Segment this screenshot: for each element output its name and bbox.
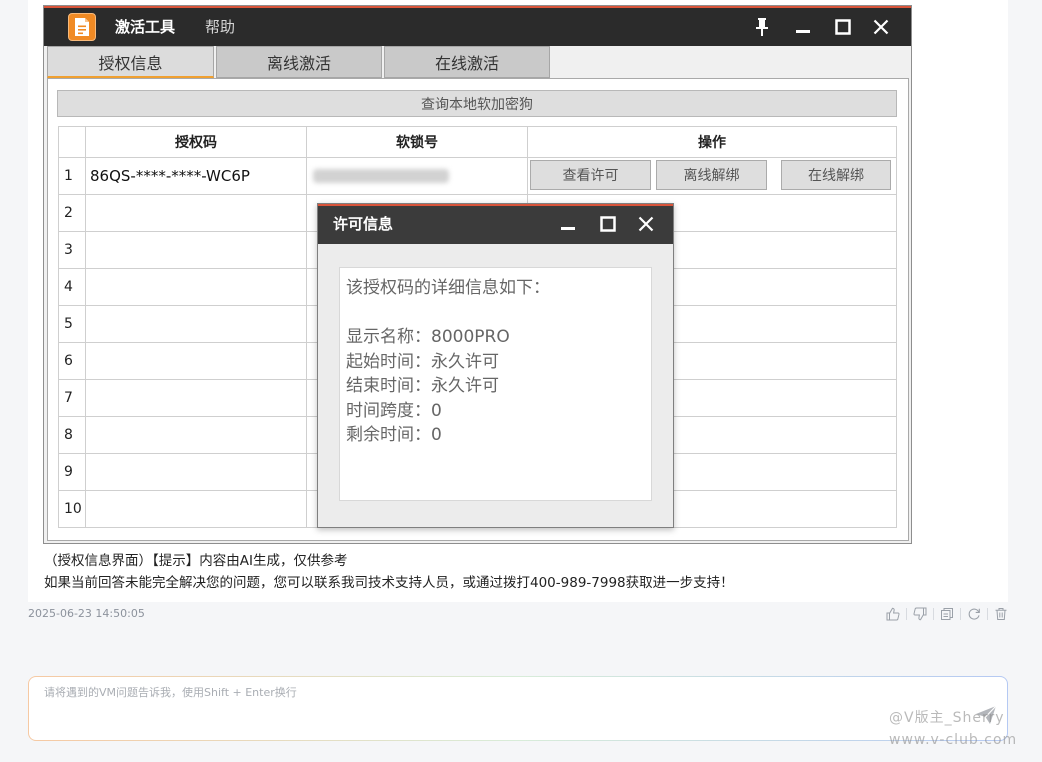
details-intro: 该授权码的详细信息如下： — [346, 278, 550, 298]
online-unbind-button[interactable]: 在线解绑 — [781, 160, 891, 190]
row-index: 2 — [58, 194, 86, 232]
message-caption: （授权信息界面）【提示】内容由AI生成，仅供参考 — [44, 553, 348, 569]
row-index: 4 — [58, 268, 86, 306]
detail-label: 时间跨度： — [346, 400, 431, 421]
detail-value: 0 — [431, 400, 442, 421]
column-header-auth-code: 授权码 — [85, 126, 307, 158]
detail-label: 剩余时间： — [346, 425, 431, 445]
detail-line-end-time: 结束时间：永久许可 — [346, 374, 645, 399]
detail-value: 永久许可 — [431, 376, 499, 396]
auth-code-cell — [85, 453, 307, 491]
details-spacer — [346, 301, 645, 326]
auth-code-cell — [85, 490, 307, 528]
row-index: 7 — [58, 379, 86, 417]
close-icon[interactable] — [635, 213, 657, 235]
column-header-soft-lock: 软锁号 — [306, 126, 528, 158]
column-header-index — [58, 126, 86, 158]
auth-code-cell — [85, 231, 307, 269]
auth-code-cell — [85, 342, 307, 380]
separator — [933, 608, 934, 620]
row-actions: 查看许可 离线解绑 在线解绑 — [528, 158, 896, 194]
soft-lock-cell — [306, 157, 528, 195]
row-index: 6 — [58, 342, 86, 380]
detail-value: 永久许可 — [431, 351, 499, 372]
detail-line-remaining-time: 剩余时间：0 — [346, 423, 645, 448]
query-local-dongle-button[interactable]: 查询本地软加密狗 — [57, 90, 897, 117]
detail-value: 8000PRO — [431, 327, 510, 347]
detail-line-time-span: 时间跨度：0 — [346, 399, 645, 424]
table-header-row: 授权码 软锁号 操作 — [58, 126, 897, 158]
table-row: 1 86QS-****-****-WC6P 查看许可 离线解绑 在线解绑 — [58, 157, 897, 195]
row-index: 8 — [58, 416, 86, 454]
row-index: 3 — [58, 231, 86, 269]
license-info-dialog: 许可信息 该授权码的详细信息如下： 显示名称：8000PRO 起始时间：永久许可… — [317, 203, 674, 528]
chat-composer — [28, 676, 1008, 741]
dialog-title-bar[interactable]: 许可信息 — [318, 204, 673, 244]
row-index: 9 — [58, 453, 86, 491]
window-title-bar[interactable]: 激活工具 帮助 — [44, 6, 911, 46]
maximize-icon[interactable] — [597, 213, 619, 235]
row-index: 10 — [58, 490, 86, 528]
auth-code-cell — [85, 194, 307, 232]
help-menu[interactable]: 帮助 — [205, 17, 235, 37]
detail-line-start-time: 起始时间：永久许可 — [346, 350, 645, 375]
license-details: 该授权码的详细信息如下： 显示名称：8000PRO 起始时间：永久许可 结束时间… — [339, 267, 652, 501]
maximize-icon[interactable] — [832, 16, 854, 38]
support-note: 如果当前回答未能完全解决您的问题，您可以联系我司技术支持人员，或通过拨打400-… — [44, 575, 734, 591]
auth-code-cell: 86QS-****-****-WC6P — [85, 157, 307, 195]
activation-tool-window: 激活工具 帮助 授权信息 离线激活 在线激活 查询本地软加密狗 授权码 软锁号 … — [44, 6, 911, 543]
soft-lock-redacted — [313, 169, 449, 183]
copy-icon[interactable] — [940, 607, 954, 621]
document-icon — [68, 13, 96, 41]
view-license-button[interactable]: 查看许可 — [530, 160, 651, 190]
separator — [906, 608, 907, 620]
thumbs-down-icon[interactable] — [913, 607, 927, 621]
refresh-icon[interactable] — [967, 607, 981, 621]
close-icon[interactable] — [870, 16, 892, 38]
detail-label: 起始时间： — [346, 351, 431, 372]
detail-label: 结束时间： — [346, 376, 431, 396]
detail-value: 0 — [431, 425, 442, 445]
minimize-icon[interactable] — [792, 16, 814, 38]
detail-line-display-name: 显示名称：8000PRO — [346, 325, 645, 350]
window-title: 激活工具 — [115, 18, 176, 36]
actions-cell: 查看许可 离线解绑 在线解绑 — [527, 157, 897, 195]
separator — [987, 608, 988, 620]
thumbs-up-icon[interactable] — [886, 607, 900, 621]
auth-code-cell — [85, 305, 307, 343]
question-input[interactable] — [44, 684, 924, 728]
auth-code-cell — [85, 416, 307, 454]
delete-icon[interactable] — [994, 607, 1008, 621]
dialog-title: 许可信息 — [333, 215, 394, 233]
offline-unbind-button[interactable]: 离线解绑 — [656, 160, 767, 190]
tab-license-info[interactable]: 授权信息 — [47, 46, 214, 78]
separator — [960, 608, 961, 620]
row-index: 5 — [58, 305, 86, 343]
pin-icon[interactable] — [751, 16, 773, 38]
minimize-icon[interactable] — [557, 213, 579, 235]
detail-label: 显示名称： — [346, 327, 431, 347]
auth-code-cell — [85, 268, 307, 306]
send-icon[interactable] — [975, 705, 997, 725]
row-index: 1 — [58, 157, 86, 195]
message-actions — [886, 606, 1008, 622]
message-timestamp: 2025-06-23 14:50:05 — [28, 607, 145, 620]
bot-message-bubble: 激活工具 帮助 授权信息 离线激活 在线激活 查询本地软加密狗 授权码 软锁号 … — [28, 0, 1008, 602]
tab-online-activation[interactable]: 在线激活 — [384, 46, 550, 78]
auth-code-cell — [85, 379, 307, 417]
column-header-actions: 操作 — [527, 126, 897, 158]
tab-offline-activation[interactable]: 离线激活 — [216, 46, 382, 78]
